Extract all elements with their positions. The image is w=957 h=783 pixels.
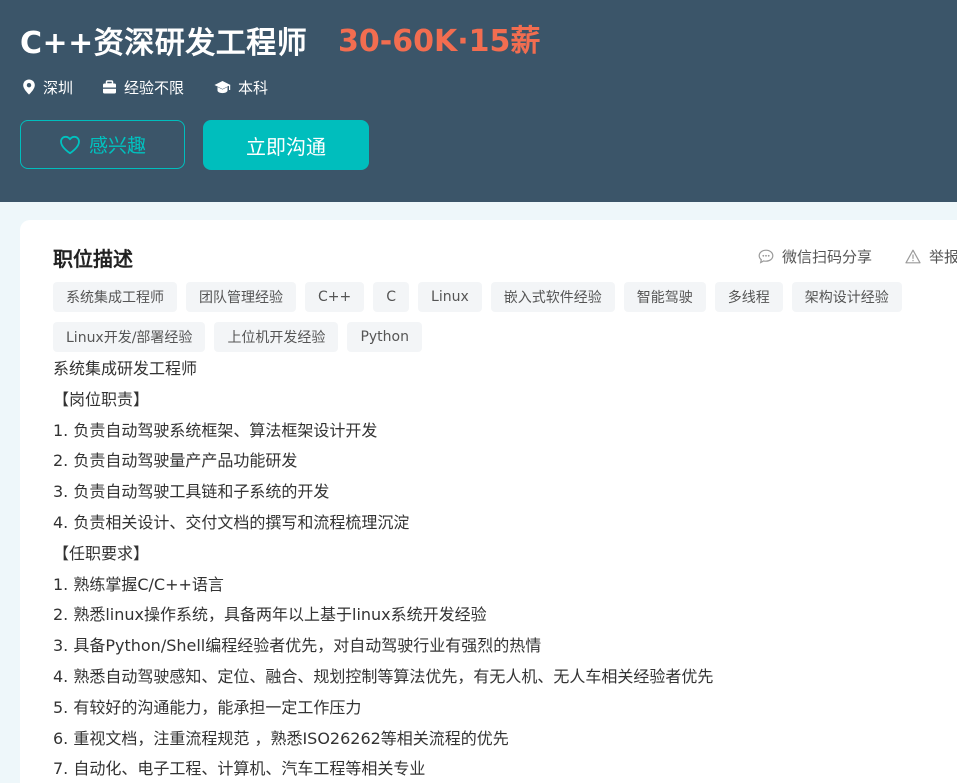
description-line: 【任职要求】: [53, 543, 150, 563]
share-label: 微信扫码分享: [782, 248, 873, 266]
description-text: 系统集成研发工程师 【岗位职责】 1. 负责自动驾驶系统框架、算法框架设计开发 2. …: [53, 354, 953, 783]
description-line: 4. 熟悉自动驾驶感知、定位、融合、规划控制等算法优先，有无人机、无人车相关经验…: [53, 666, 714, 686]
description-line: 系统集成研发工程师: [53, 359, 198, 378]
skill-tag[interactable]: 团队管理经验: [186, 282, 296, 312]
skill-tag[interactable]: 上位机开发经验: [214, 322, 339, 352]
description-line: 7. 自动化、电子工程、计算机、汽车工程等相关专业: [53, 759, 426, 779]
description-line: 6. 重视文档，注重流程规范 ，熟悉ISO26262等相关流程的优先: [53, 728, 509, 748]
skill-tag[interactable]: C: [373, 282, 410, 312]
skill-tag[interactable]: 嵌入式软件经验: [490, 282, 615, 312]
description-line: 2. 熟悉linux操作系统，具备两年以上基于linux系统开发经验: [53, 605, 487, 625]
skill-tag[interactable]: Linux开发/部署经验: [53, 322, 206, 352]
job-education: 本科: [214, 76, 268, 98]
report-button[interactable]: 举报: [905, 246, 957, 267]
job-location: 深圳: [22, 76, 73, 98]
education-text: 本科: [238, 78, 269, 97]
skill-tags: 系统集成工程师 团队管理经验 C++ C Linux 嵌入式软件经验 智能驾驶 多线程 架构设计…: [53, 282, 957, 352]
skill-tag[interactable]: Python: [347, 322, 422, 352]
description-line: 3. 具备Python/Shell编程经验者优先，对自动驾驶行业有强烈的热情: [53, 636, 542, 656]
interest-label: 感兴趣: [88, 135, 146, 157]
skill-tag[interactable]: 多线程: [714, 282, 783, 312]
heart-icon: [60, 135, 80, 154]
graduation-cap-icon: [214, 80, 231, 93]
job-header: C++资深研发工程师 30-60K·15薪 深圳 经验不限 本科 感兴趣 立即沟…: [0, 0, 957, 202]
location-text: 深圳: [43, 78, 74, 97]
wechat-share-button[interactable]: 微信扫码分享: [758, 246, 872, 267]
skill-tag[interactable]: 系统集成工程师: [53, 282, 177, 312]
briefcase-icon: [103, 79, 116, 93]
description-line: 【岗位职责】: [53, 389, 150, 409]
skill-tag[interactable]: Linux: [418, 282, 482, 312]
description-line: 1. 熟练掌握C/C++语言: [53, 574, 224, 594]
job-experience: 经验不限: [102, 76, 184, 98]
section-title: 职位描述: [53, 247, 133, 271]
description-line: 3. 负责自动驾驶工具链和子系统的开发: [53, 482, 330, 502]
skill-tag[interactable]: 智能驾驶: [623, 282, 706, 312]
skill-tag[interactable]: 架构设计经验: [791, 282, 902, 312]
chat-now-button[interactable]: 立即沟通: [203, 120, 369, 170]
job-salary: 30-60K·15薪: [338, 24, 541, 59]
skill-tag[interactable]: C++: [305, 282, 365, 312]
location-pin-icon: [23, 79, 35, 95]
report-label: 举报: [929, 248, 957, 266]
job-description-card: 职位描述 微信扫码分享 举报 系统集成工程师 团队管理经验 C++ C Linux 嵌入式…: [20, 220, 957, 783]
description-line: 1. 负责自动驾驶系统框架、算法框架设计开发: [53, 420, 378, 440]
job-title: C++资深研发工程师: [20, 26, 308, 61]
description-line: 2. 负责自动驾驶量产产品功能研发: [53, 451, 298, 471]
interest-button[interactable]: 感兴趣: [20, 120, 185, 169]
description-line: 4. 负责相关设计、交付文档的撰写和流程梳理沉淀: [53, 512, 410, 532]
experience-text: 经验不限: [124, 78, 185, 97]
warning-icon: [905, 249, 921, 264]
chat-bubble-icon: [758, 249, 774, 264]
description-line: 5. 有较好的沟通能力，能承担一定工作压力: [53, 697, 362, 717]
